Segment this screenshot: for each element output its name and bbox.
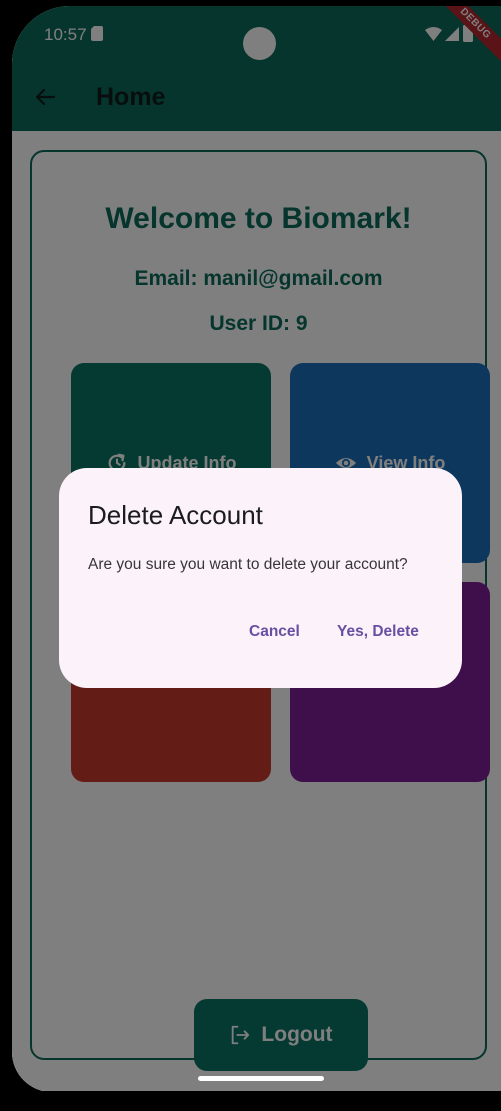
- screen: 10:57 DEBUG Home Welcome to Bi: [12, 6, 501, 1092]
- cancel-button[interactable]: Cancel: [249, 623, 300, 641]
- phone-frame: 10:57 DEBUG Home Welcome to Bi: [0, 0, 501, 1111]
- home-indicator[interactable]: [198, 1076, 324, 1081]
- dialog-message: Are you sure you want to delete your acc…: [88, 556, 408, 573]
- navigation-bar: [0, 1091, 501, 1111]
- dialog-title: Delete Account: [88, 500, 263, 530]
- delete-account-dialog: Delete Account Are you sure you want to …: [59, 468, 462, 688]
- confirm-delete-button[interactable]: Yes, Delete: [337, 623, 419, 641]
